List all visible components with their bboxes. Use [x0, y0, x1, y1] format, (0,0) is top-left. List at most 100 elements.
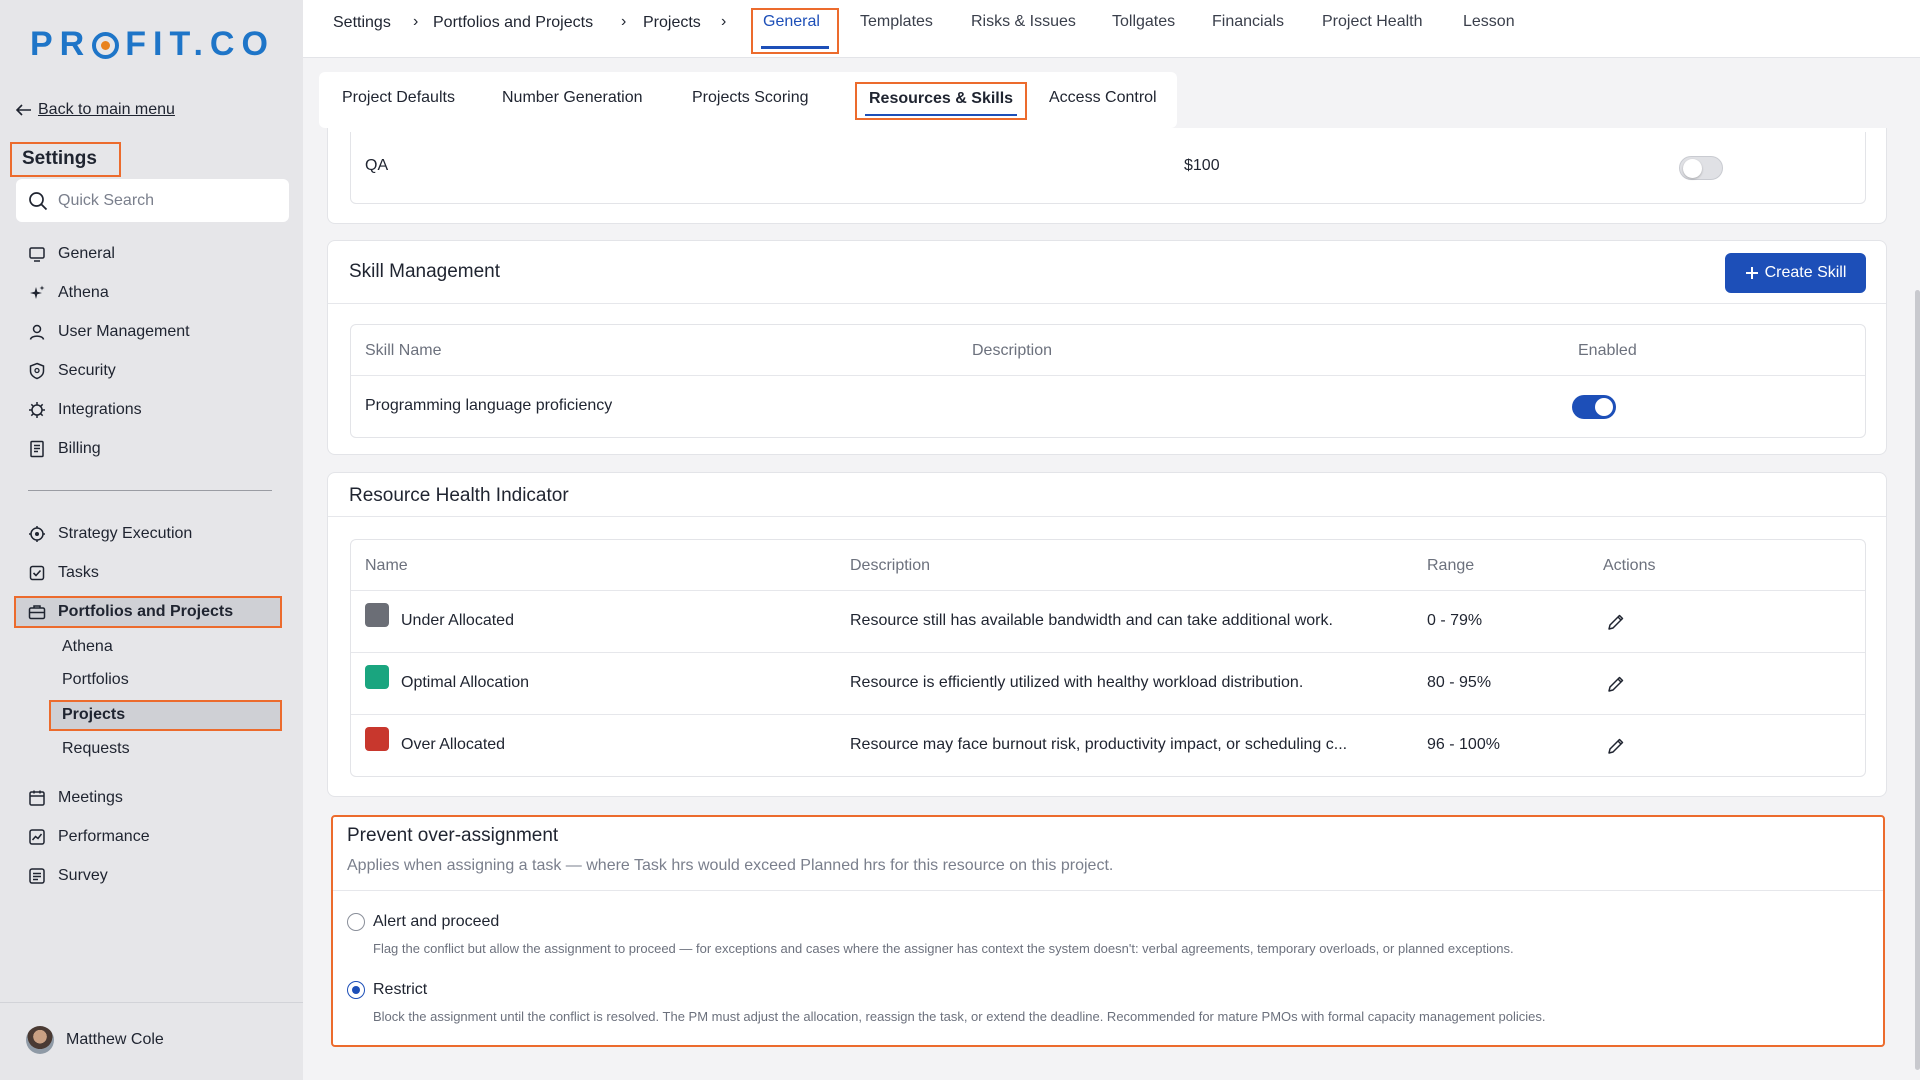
sidebar-item-label: Strategy Execution	[58, 525, 193, 542]
restrict-radio[interactable]	[347, 981, 365, 999]
role-enabled-toggle[interactable]	[1679, 156, 1723, 180]
sidebar-item-billing[interactable]: Billing	[28, 437, 101, 461]
skill-management-card: Skill Management Create Skill Skill Name…	[327, 240, 1887, 455]
user-name: Matthew Cole	[66, 1031, 164, 1048]
sidebar-item-label: Performance	[58, 828, 150, 845]
tab-general[interactable]: General	[751, 8, 839, 54]
subtab-project-defaults[interactable]: Project Defaults	[342, 89, 455, 107]
quick-search-input[interactable]	[58, 191, 278, 210]
quick-search-box[interactable]	[16, 179, 289, 222]
under-allocated-color-swatch	[365, 603, 389, 627]
sidebar-item-label: Meetings	[58, 789, 123, 806]
health-range-cell: 96 - 100%	[1427, 736, 1500, 753]
column-header-description: Description	[972, 342, 1053, 359]
sidebar-subitem-projects[interactable]: Projects	[62, 706, 125, 724]
subtab-access-control[interactable]: Access Control	[1049, 89, 1157, 107]
sidebar-item-survey[interactable]: Survey	[28, 864, 108, 888]
sidebar-item-security[interactable]: Security	[28, 359, 116, 383]
sidebar-item-label: Billing	[58, 440, 101, 457]
sidebar-subitem-athena[interactable]: Athena	[62, 638, 113, 656]
sidebar-item-portfolios-and-projects[interactable]: Portfolios and Projects	[28, 600, 233, 624]
breadcrumb-separator: ›	[413, 13, 419, 30]
health-description-cell: Resource may face burnout risk, producti…	[850, 736, 1348, 753]
tab-financials[interactable]: Financials	[1212, 13, 1284, 31]
sidebar-item-tasks[interactable]: Tasks	[28, 561, 99, 585]
toggle-knob	[1683, 159, 1702, 178]
back-link-label: Back to main menu	[38, 101, 175, 118]
chart-icon	[29, 829, 45, 845]
role-name: QA	[365, 157, 389, 174]
sidebar-subitem-portfolios[interactable]: Portfolios	[62, 671, 129, 689]
prevent-over-assignment-subtitle: Applies when assigning a task — where Ta…	[347, 857, 1114, 874]
skill-enabled-toggle[interactable]	[1572, 395, 1616, 419]
restrict-description: Block the assignment until the conflict …	[373, 1009, 1546, 1024]
tab-tollgates[interactable]: Tollgates	[1112, 13, 1175, 31]
sidebar-item-performance[interactable]: Performance	[28, 825, 150, 849]
section-divider	[333, 890, 1883, 891]
sidebar-item-user-management[interactable]: User Management	[28, 320, 190, 344]
subtab-number-generation[interactable]: Number Generation	[502, 89, 643, 107]
health-name-cell: Over Allocated	[401, 736, 506, 753]
sidebar-item-label: Integrations	[58, 401, 142, 418]
tab-lesson[interactable]: Lesson	[1463, 13, 1515, 31]
alert-and-proceed-description: Flag the conflict but allow the assignme…	[373, 941, 1514, 956]
tab-templates[interactable]: Templates	[860, 13, 933, 31]
monitor-icon	[29, 247, 45, 262]
gear-icon	[29, 402, 45, 418]
alert-and-proceed-radio[interactable]	[347, 913, 365, 931]
plus-icon	[1745, 267, 1758, 279]
user-profile[interactable]: Matthew Cole	[26, 1026, 164, 1054]
health-range-cell: 80 - 95%	[1427, 674, 1492, 691]
shield-icon	[29, 362, 45, 380]
sidebar-item-athena[interactable]: Athena	[28, 281, 109, 305]
main-scrollbar[interactable]	[1915, 290, 1920, 1070]
subtab-resources-skills[interactable]: Resources & Skills	[855, 82, 1027, 120]
sub-tab-bar: Project Defaults Number Generation Proje…	[319, 72, 1177, 128]
sidebar-item-meetings[interactable]: Meetings	[28, 786, 123, 810]
breadcrumb-projects[interactable]: Projects	[643, 14, 701, 32]
column-header-enabled: Enabled	[1578, 342, 1637, 359]
create-skill-button[interactable]: Create Skill	[1725, 253, 1866, 293]
profit-co-logo[interactable]: PR FIT.CO	[30, 25, 275, 63]
column-header-range: Range	[1427, 557, 1475, 574]
table-row-divider	[351, 375, 1865, 376]
tab-project-health[interactable]: Project Health	[1322, 13, 1423, 31]
health-name-cell: Optimal Allocation	[401, 674, 530, 691]
column-header-description: Description	[850, 557, 931, 574]
resource-health-title: Resource Health Indicator	[349, 485, 569, 506]
sidebar-item-general[interactable]: General	[28, 242, 115, 266]
column-header-skill-name: Skill Name	[365, 342, 442, 359]
sidebar-subitem-requests[interactable]: Requests	[62, 740, 130, 758]
sparkle-icon	[30, 285, 45, 299]
back-to-main-menu-link[interactable]: Back to main menu	[16, 101, 175, 119]
checkbox-icon	[29, 565, 45, 581]
edit-pencil-icon[interactable]	[1606, 674, 1626, 694]
sidebar-item-label: Survey	[58, 867, 108, 884]
breadcrumb-portfolios-and-projects[interactable]: Portfolios and Projects	[433, 14, 593, 32]
breadcrumb-settings[interactable]: Settings	[333, 14, 391, 32]
logo-ring-icon	[92, 31, 120, 59]
active-subtab-indicator	[865, 114, 1017, 116]
edit-pencil-icon[interactable]	[1606, 612, 1626, 632]
search-icon	[29, 191, 48, 210]
sidebar-item-integrations[interactable]: Integrations	[28, 398, 142, 422]
health-name-cell: Under Allocated	[401, 612, 514, 629]
sidebar-item-strategy-execution[interactable]: Strategy Execution	[28, 522, 192, 546]
subtab-projects-scoring[interactable]: Projects Scoring	[692, 89, 809, 107]
edit-pencil-icon[interactable]	[1606, 736, 1626, 756]
column-header-name: Name	[365, 557, 408, 574]
sidebar-item-label: Athena	[58, 284, 109, 301]
sidebar-item-label: Portfolios and Projects	[58, 603, 234, 620]
sidebar-item-label: User Management	[58, 323, 190, 340]
skills-table: Skill Name Description Enabled Programmi…	[350, 324, 1866, 438]
tab-risks-issues[interactable]: Risks & Issues	[971, 13, 1076, 31]
role-rate: $100	[1184, 157, 1220, 174]
survey-icon	[29, 868, 45, 884]
restrict-label[interactable]: Restrict	[373, 981, 427, 999]
sidebar-item-label: Security	[58, 362, 116, 379]
sidebar-divider	[28, 490, 272, 491]
prevent-over-assignment-title: Prevent over-assignment	[347, 825, 559, 846]
alert-and-proceed-label[interactable]: Alert and proceed	[373, 913, 499, 931]
health-description-cell: Resource is efficiently utilized with he…	[850, 674, 1304, 691]
active-tab-indicator	[761, 46, 829, 49]
